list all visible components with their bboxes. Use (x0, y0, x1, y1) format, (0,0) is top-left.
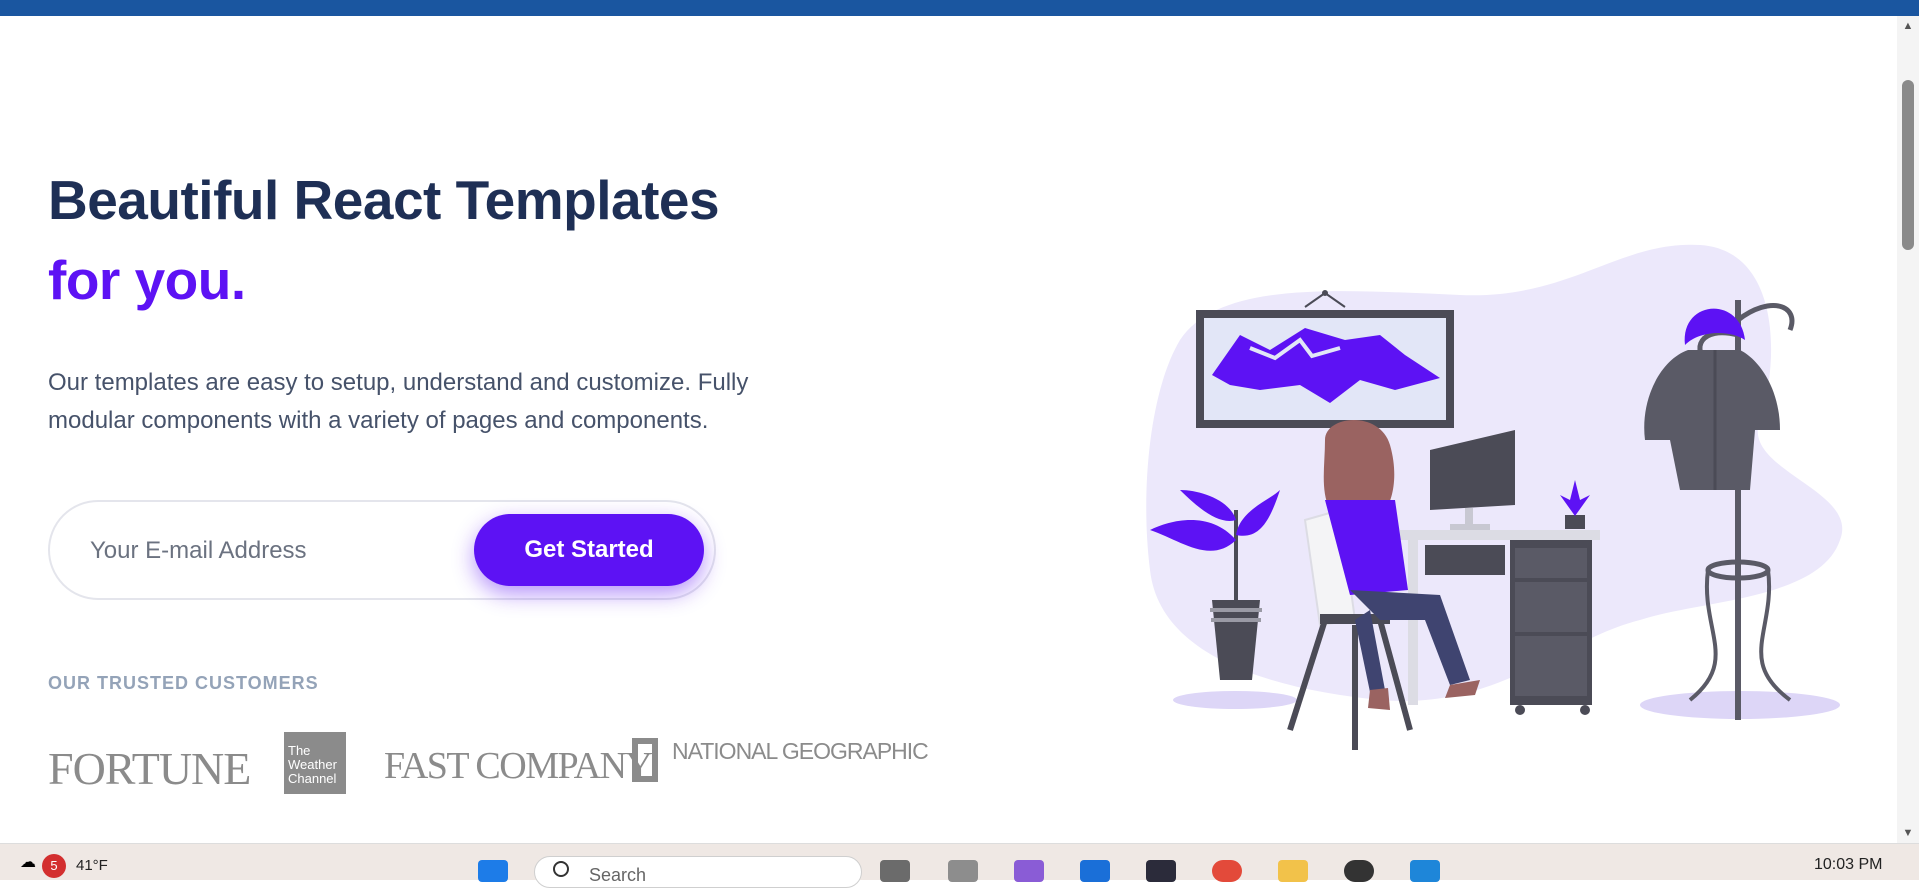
fortune-logo: FORTUNE (48, 743, 251, 794)
email-signup-form: Get Started (48, 500, 716, 600)
hero-section: Beautiful React Templates for you. Our t… (48, 160, 868, 464)
windows-taskbar: ☁ 5 41°F Search 10:03 PM (0, 843, 1919, 888)
scroll-up-arrow-icon[interactable]: ▲ (1897, 16, 1919, 36)
weather-widget-icon[interactable]: ☁ (14, 844, 42, 880)
search-icon (553, 861, 569, 877)
taskbar-search[interactable]: Search (534, 856, 862, 888)
browser-top-bar (0, 0, 1919, 16)
hero-subtitle: Our templates are easy to setup, underst… (48, 369, 749, 434)
customer-logos: FORTUNE The Weather Channel FAST COMPANY… (48, 730, 929, 800)
scroll-down-arrow-icon[interactable]: ▼ (1897, 823, 1919, 843)
trusted-customers-heading: OUR TRUSTED CUSTOMERS (48, 673, 319, 693)
get-started-button[interactable]: Get Started (474, 514, 704, 586)
weather-channel-logo-text: The Weather Channel (288, 743, 337, 786)
hero-title: Beautiful React Templates for you. (48, 160, 868, 320)
natgeo-frame-icon (632, 738, 658, 782)
taskbar-clock[interactable]: 10:03 PM (1814, 856, 1882, 874)
person-at-desk-illustration-icon (1146, 244, 1843, 750)
fast-company-logo: FAST COMPANY (384, 745, 653, 787)
page-scrollbar[interactable]: ▲ ▼ (1897, 16, 1919, 843)
hero-title-line1: Beautiful React Templates (48, 169, 720, 231)
natgeo-logo-text: NATIONAL GEOGRAPHIC (672, 738, 929, 764)
scrollbar-thumb[interactable] (1902, 80, 1914, 250)
taskbar-search-label: Search (589, 865, 647, 885)
hero-title-accent: for you. (48, 249, 246, 311)
temperature-label[interactable]: 41°F (76, 857, 108, 874)
weather-channel-logo: The Weather Channel (284, 732, 346, 794)
email-input[interactable] (88, 530, 452, 572)
notification-badge: 5 (42, 854, 66, 878)
